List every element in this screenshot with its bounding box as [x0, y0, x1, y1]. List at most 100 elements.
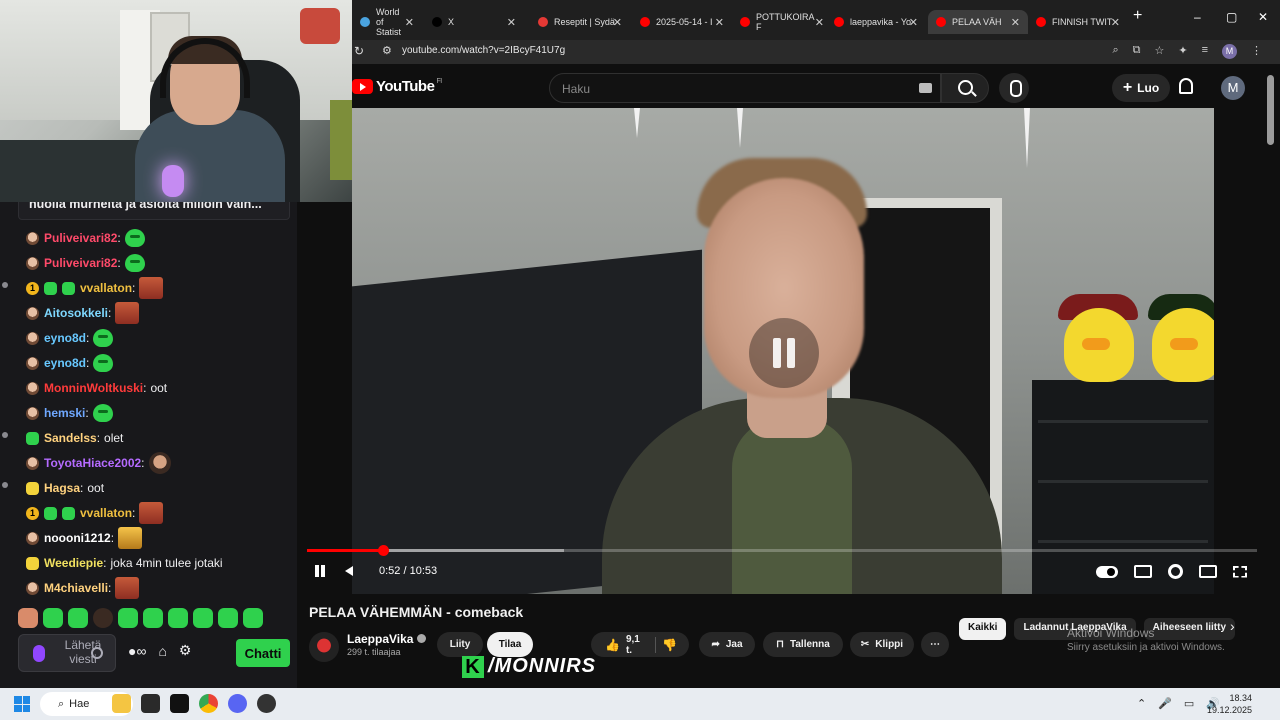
emote-button[interactable]: [93, 608, 113, 628]
app-icon[interactable]: [170, 694, 189, 713]
channel-avatar[interactable]: [309, 632, 339, 662]
network-icon[interactable]: ▭: [1184, 697, 1194, 710]
user-badge-icon[interactable]: [26, 256, 39, 270]
browser-tab[interactable]: World of Statist ✕: [352, 7, 422, 37]
chat-username[interactable]: Puliveivari82: [44, 256, 117, 270]
center-pause-icon[interactable]: [749, 318, 819, 388]
clock[interactable]: 18.34 19.12.2025: [1207, 692, 1252, 716]
emoji-icon[interactable]: [91, 647, 103, 659]
search-input[interactable]: Haku: [549, 73, 941, 103]
user-badge-icon[interactable]: [62, 506, 75, 520]
microphone-icon[interactable]: [33, 645, 45, 662]
chat-emote-frog[interactable]: [124, 254, 145, 272]
emote-button[interactable]: [243, 608, 263, 628]
extensions-icon[interactable]: ✦: [1178, 44, 1187, 59]
chat-username[interactable]: MonninWoltkuski: [44, 381, 143, 395]
miniplayer-icon[interactable]: [1199, 565, 1217, 578]
fullscreen-icon[interactable]: [1233, 565, 1247, 578]
join-button[interactable]: Liity: [437, 632, 483, 657]
emote-button[interactable]: [18, 608, 38, 628]
close-window-icon[interactable]: ✕: [1258, 10, 1268, 24]
chat-username[interactable]: vvallaton: [80, 506, 132, 520]
user-badge-icon[interactable]: [26, 306, 39, 320]
emote-button[interactable]: [68, 608, 88, 628]
subscribe-button[interactable]: Tilaa: [487, 632, 533, 657]
tab-close-icon[interactable]: ✕: [507, 16, 516, 29]
chat-emote-person[interactable]: [148, 452, 171, 474]
microphone-icon[interactable]: 🎤: [1158, 697, 1172, 710]
pause-icon[interactable]: [313, 564, 327, 578]
channel-name[interactable]: LaeppaVika: [347, 632, 427, 646]
chat-username[interactable]: hemski: [44, 406, 85, 420]
chat-emote-face[interactable]: [115, 577, 140, 599]
user-badge-icon[interactable]: [26, 456, 39, 470]
chat-emote-frog[interactable]: [92, 404, 113, 422]
browser-tab[interactable]: laeppavika - Yo ✕: [826, 10, 926, 34]
emote-button[interactable]: [43, 608, 63, 628]
chrome-icon[interactable]: [199, 694, 218, 713]
zoom-icon[interactable]: ⌕: [1112, 44, 1118, 59]
browser-tab[interactable]: FINNISH TWIT ✕: [1028, 10, 1128, 34]
cast-icon[interactable]: ⧉: [1133, 44, 1141, 59]
clip-button[interactable]: ✂ Klippi: [850, 632, 914, 657]
minimize-icon[interactable]: –: [1194, 10, 1201, 24]
user-badge-icon[interactable]: [44, 506, 57, 520]
page-scrollbar[interactable]: [1267, 75, 1274, 145]
youtube-logo[interactable]: YouTube FI: [352, 78, 442, 95]
chat-username[interactable]: eyno8d: [44, 356, 86, 370]
user-badge-icon[interactable]: [26, 481, 39, 495]
tab-close-icon[interactable]: ✕: [405, 16, 414, 29]
sub-badge-icon[interactable]: 1: [26, 281, 39, 295]
bookmark-star-icon[interactable]: ☆: [1154, 44, 1164, 59]
chat-send-button[interactable]: Chatti: [236, 639, 290, 667]
emote-button[interactable]: [193, 608, 213, 628]
video-progress-bar[interactable]: [307, 545, 1257, 556]
settings-gear-icon[interactable]: ⚙: [179, 642, 192, 659]
store-icon[interactable]: ⌂: [158, 643, 166, 659]
site-info-icon[interactable]: ⚙: [382, 44, 392, 57]
notifications-bell-icon[interactable]: [1179, 78, 1193, 94]
user-badge-icon[interactable]: [26, 431, 39, 445]
emote-button[interactable]: [218, 608, 238, 628]
profile-avatar[interactable]: M: [1222, 44, 1237, 59]
chat-message-input[interactable]: Lähetä viesti: [18, 634, 116, 672]
share-button[interactable]: ➦ Jaa: [699, 632, 755, 657]
chat-emote-frog[interactable]: [93, 329, 114, 347]
user-badge-icon[interactable]: [26, 231, 39, 245]
chat-emote-face[interactable]: [139, 502, 164, 524]
chat-username[interactable]: Hagsa: [44, 481, 80, 495]
chat-emote-frog[interactable]: [124, 229, 145, 247]
chat-username[interactable]: Aitosokkeli: [44, 306, 108, 320]
sub-badge-icon[interactable]: 1: [26, 506, 39, 520]
tab-close-icon[interactable]: ✕: [909, 16, 918, 29]
menu-kebab-icon[interactable]: ⋮: [1251, 44, 1262, 59]
tab-close-icon[interactable]: ✕: [613, 16, 622, 29]
emote-button[interactable]: [118, 608, 138, 628]
filter-chip[interactable]: Aiheeseen liitty: [1143, 618, 1236, 640]
user-badge-icon[interactable]: [26, 581, 39, 595]
emote-button[interactable]: [143, 608, 163, 628]
obs-icon[interactable]: [257, 694, 276, 713]
user-badge-icon[interactable]: [26, 356, 39, 370]
browser-tab[interactable]: PELAA VÄH ✕: [928, 10, 1028, 34]
chat-emote-gold[interactable]: [118, 527, 143, 549]
chevron-right-icon[interactable]: ›: [1230, 618, 1235, 634]
chat-username[interactable]: vvallaton: [80, 281, 132, 295]
discord-icon[interactable]: [228, 694, 247, 713]
file-explorer-icon[interactable]: [112, 694, 131, 713]
account-avatar[interactable]: M: [1221, 76, 1245, 100]
chat-username[interactable]: Weediepie: [44, 556, 103, 570]
more-actions-button[interactable]: ⋯: [921, 632, 949, 657]
chat-emote-frog[interactable]: [93, 354, 114, 372]
chat-username[interactable]: Puliveivari82: [44, 231, 117, 245]
video-player[interactable]: [352, 108, 1214, 594]
app-icon[interactable]: [141, 694, 160, 713]
chat-username[interactable]: eyno8d: [44, 331, 86, 345]
chat-username[interactable]: ToyotaHiace2002: [44, 456, 141, 470]
new-tab-button[interactable]: +: [1133, 7, 1142, 25]
voice-search-mic-icon[interactable]: [999, 73, 1029, 103]
tab-close-icon[interactable]: ✕: [715, 16, 724, 29]
search-button[interactable]: [941, 73, 989, 103]
user-badge-icon[interactable]: [26, 406, 39, 420]
reload-icon[interactable]: ↻: [354, 44, 364, 58]
